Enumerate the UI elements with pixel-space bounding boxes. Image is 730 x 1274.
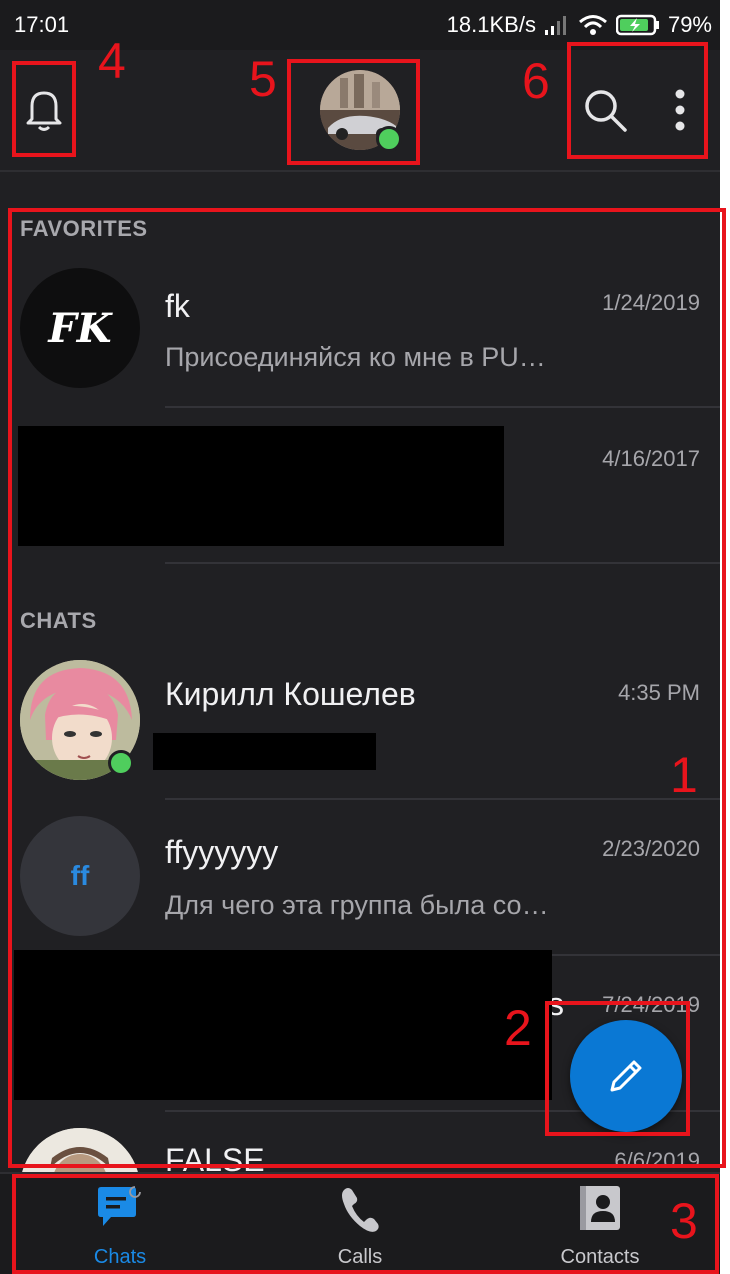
battery-icon — [615, 14, 659, 36]
network-speed: 18.1KB/s — [446, 12, 536, 37]
annotation-box-4 — [12, 61, 76, 157]
annotation-label-6: 6 — [522, 53, 550, 109]
battery-percent: 79% — [667, 12, 712, 37]
annotation-box-3 — [12, 1174, 719, 1274]
annotation-box-2 — [545, 1001, 690, 1136]
app-bar-divider — [0, 170, 720, 172]
annotation-label-4: 4 — [98, 33, 126, 89]
annotation-box-6 — [567, 42, 708, 159]
status-indicators: 18.1KB/s 79% — [447, 12, 712, 38]
status-time: 17:01 — [14, 12, 70, 37]
annotation-label-2: 2 — [504, 1000, 532, 1056]
annotation-box-5 — [287, 59, 420, 165]
annotation-label-3: 3 — [670, 1193, 698, 1249]
wifi-icon — [578, 15, 607, 35]
annotation-label-5: 5 — [249, 51, 277, 107]
annotation-label-1: 1 — [670, 747, 698, 803]
signal-icon — [544, 16, 566, 35]
